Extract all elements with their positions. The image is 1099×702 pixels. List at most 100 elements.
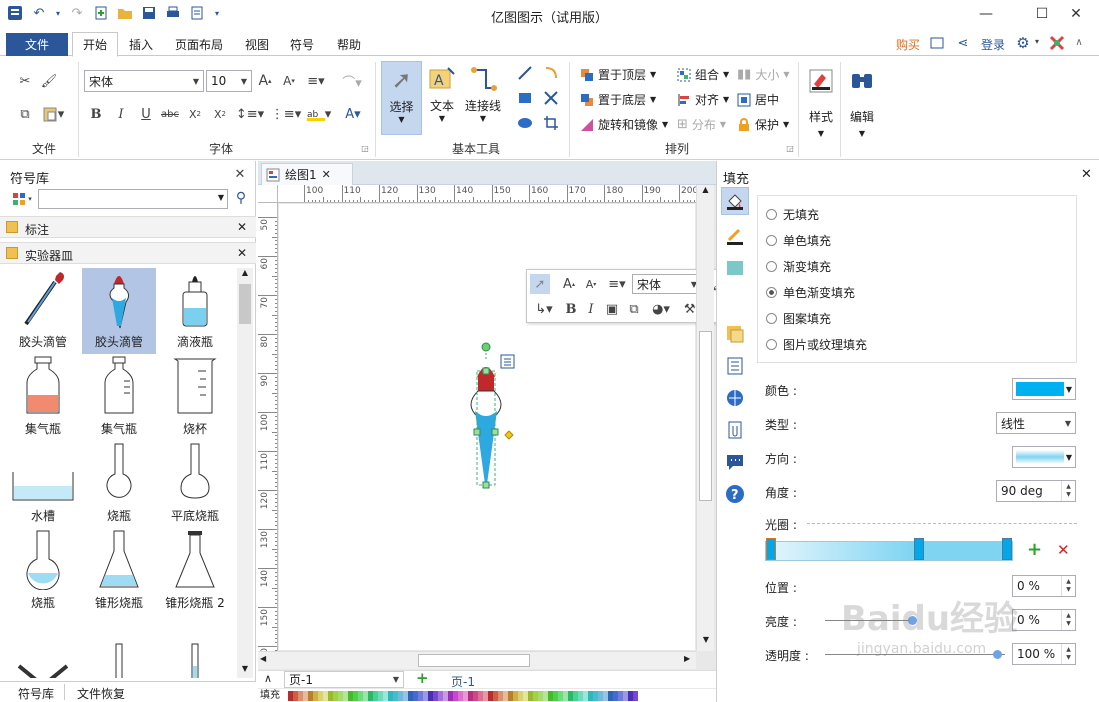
tab-symbol-library[interactable]: 符号库 <box>18 685 54 702</box>
share-icon[interactable]: ⋖ <box>955 35 971 51</box>
italic-icon[interactable]: I <box>113 106 129 122</box>
font-color-icon[interactable]: A▾ <box>340 106 366 122</box>
connector-style-icon[interactable]: ↳▾ <box>530 299 558 319</box>
comment-tool-icon[interactable] <box>721 449 749 475</box>
scroll-down-icon[interactable]: ▼ <box>697 635 715 651</box>
close-fill-panel-icon[interactable]: ✕ <box>1081 167 1092 182</box>
canvas-horizontal-scrollbar[interactable]: ◀ ▶ <box>258 651 696 669</box>
selected-dropper-shape[interactable] <box>463 339 533 489</box>
text-align-icon[interactable]: ≡▾ <box>606 274 628 294</box>
shape-flat-flask[interactable]: 平底烧瓶 <box>158 442 232 528</box>
tab-view[interactable]: 视图 <box>245 36 269 53</box>
text-direction-icon[interactable]: ⌒▾ <box>338 72 366 91</box>
shape-test-tube-liquid[interactable] <box>158 616 232 678</box>
transparency-slider-thumb[interactable] <box>993 650 1002 659</box>
increase-font-icon[interactable]: A ▴ <box>560 274 578 294</box>
scroll-down-icon[interactable]: ▼ <box>237 664 253 678</box>
fill-tool-icon[interactable] <box>721 187 749 215</box>
bold-icon[interactable]: B <box>563 299 579 319</box>
properties-tool-icon[interactable] <box>721 353 749 379</box>
copy-icon[interactable]: ⧉ <box>16 105 34 123</box>
library-section-labware[interactable]: 实验器皿 ✕ <box>0 242 256 264</box>
radio-icon[interactable] <box>766 313 777 324</box>
position-input[interactable]: 0 % ▲ ▼ <box>1012 575 1076 597</box>
page-select[interactable]: 页-1 ▼ <box>284 671 404 688</box>
radio-icon[interactable] <box>766 209 777 220</box>
close-window-icon[interactable]: ✕ <box>1053 0 1099 28</box>
spinner-icon[interactable]: ▲ ▼ <box>1061 644 1075 664</box>
italic-icon[interactable]: I <box>583 299 599 319</box>
tab-insert[interactable]: 插入 <box>129 36 153 53</box>
shape-dropper[interactable]: 胶头滴管 <box>6 268 80 354</box>
transparency-input[interactable]: 100 % ▲ ▼ <box>1012 643 1076 665</box>
canvas-vertical-scrollbar[interactable]: ▲ ▼ <box>696 185 714 651</box>
gradient-stop-handle[interactable] <box>914 538 924 560</box>
scroll-left-icon[interactable]: ◀ <box>260 654 266 663</box>
scroll-up-icon[interactable]: ▲ <box>697 185 714 201</box>
gradient-type-select[interactable]: 线性 ▼ <box>996 412 1076 434</box>
attachment-tool-icon[interactable] <box>721 417 749 443</box>
scroll-up-icon[interactable]: ▲ <box>237 268 253 282</box>
radio-icon[interactable] <box>766 339 777 350</box>
remove-stop-icon[interactable]: ✕ <box>1057 543 1070 558</box>
send-back-icon[interactable]: ⧉ <box>625 299 643 319</box>
tab-symbol[interactable]: 符号 <box>290 36 314 53</box>
gradient-stop-bar[interactable] <box>765 541 1013 561</box>
fill-option[interactable]: 图案填充 <box>766 310 831 327</box>
color-picker[interactable]: ▼ <box>1012 378 1076 400</box>
close-library-icon[interactable]: ✕ <box>233 167 247 182</box>
format-painter-icon[interactable]: 🖌 <box>40 72 58 90</box>
cross-tool-icon[interactable] <box>542 89 560 107</box>
cut-icon[interactable]: ✂ <box>16 72 34 90</box>
canvas-hscroll-thumb[interactable] <box>418 654 530 667</box>
tab-home[interactable]: 开始 <box>72 32 118 57</box>
help-icon[interactable]: ? <box>721 481 749 507</box>
underline-icon[interactable]: U <box>138 106 154 122</box>
search-icon[interactable]: ⚲ <box>233 190 249 206</box>
center-button[interactable]: 居中 <box>737 91 779 108</box>
shape-flask-liquid[interactable]: 烧瓶 <box>6 529 80 615</box>
library-scroll-thumb[interactable] <box>239 284 251 324</box>
spinner-icon[interactable]: ▲ ▼ <box>1061 610 1075 630</box>
line-tool-icon[interactable] <box>721 223 749 249</box>
tab-help[interactable]: 帮助 <box>337 36 361 53</box>
fill-option[interactable]: 无填充 <box>766 206 819 223</box>
add-page-icon[interactable]: + <box>416 669 429 687</box>
shape-gas-jar-2[interactable]: 集气瓶 <box>82 355 156 441</box>
bullet-list-icon[interactable]: ⋮≡▾ <box>271 106 301 122</box>
shape-water-trough[interactable]: 水槽 <box>6 442 80 528</box>
fill-option[interactable]: 图片或纹理填充 <box>766 336 867 353</box>
increase-font-icon[interactable]: A ▴ <box>256 72 274 90</box>
library-search-input[interactable]: ▼ <box>38 189 228 209</box>
fill-option[interactable]: 单色渐变填充 <box>766 284 855 301</box>
font-dialog-launcher-icon[interactable]: ◲ <box>360 143 370 153</box>
superscript-icon[interactable]: X2 <box>211 106 229 122</box>
float-font-combo[interactable]: 宋体 ▼ <box>632 274 702 294</box>
scroll-right-icon[interactable]: ▶ <box>684 654 690 663</box>
align-button[interactable]: 对齐 ▼ <box>677 91 729 108</box>
angle-input[interactable]: 90 deg ▲ ▼ <box>996 480 1076 502</box>
brightness-input[interactable]: 0 % ▲ ▼ <box>1012 609 1076 631</box>
canvas-vscroll-thumb[interactable] <box>699 331 712 501</box>
style-button[interactable]: 样式 ▼ <box>804 64 838 148</box>
ellipse-tool-icon[interactable] <box>516 114 534 132</box>
group-button[interactable]: 组合 ▼ <box>677 66 729 83</box>
edit-button[interactable]: 编辑 ▼ <box>845 64 879 148</box>
close-section-icon[interactable]: ✕ <box>237 220 247 234</box>
arrange-dialog-launcher-icon[interactable]: ◲ <box>785 143 795 153</box>
bold-icon[interactable]: B <box>88 106 104 122</box>
palette-swatch[interactable] <box>633 691 638 701</box>
spinner-icon[interactable]: ▲ ▼ <box>1061 481 1075 501</box>
page-tab[interactable]: 页-1 <box>451 673 475 690</box>
close-section-icon[interactable]: ✕ <box>237 246 247 260</box>
shape-y-tube[interactable] <box>6 616 80 678</box>
library-menu-icon[interactable]: ▾ <box>8 190 36 208</box>
strikethrough-icon[interactable]: abc <box>160 106 180 122</box>
settings-gear-icon[interactable]: ⚙ <box>1014 34 1032 52</box>
buy-link[interactable]: 购买 <box>896 36 920 53</box>
tab-file-recovery[interactable]: 文件恢复 <box>77 685 125 702</box>
shape-beaker[interactable]: 烧杯 <box>158 355 232 441</box>
protect-button[interactable]: 保护 ▼ <box>737 116 789 133</box>
shape-dropper-selected[interactable]: 胶头滴管 <box>82 268 156 354</box>
library-section-callout[interactable]: 标注 ✕ <box>0 216 256 238</box>
